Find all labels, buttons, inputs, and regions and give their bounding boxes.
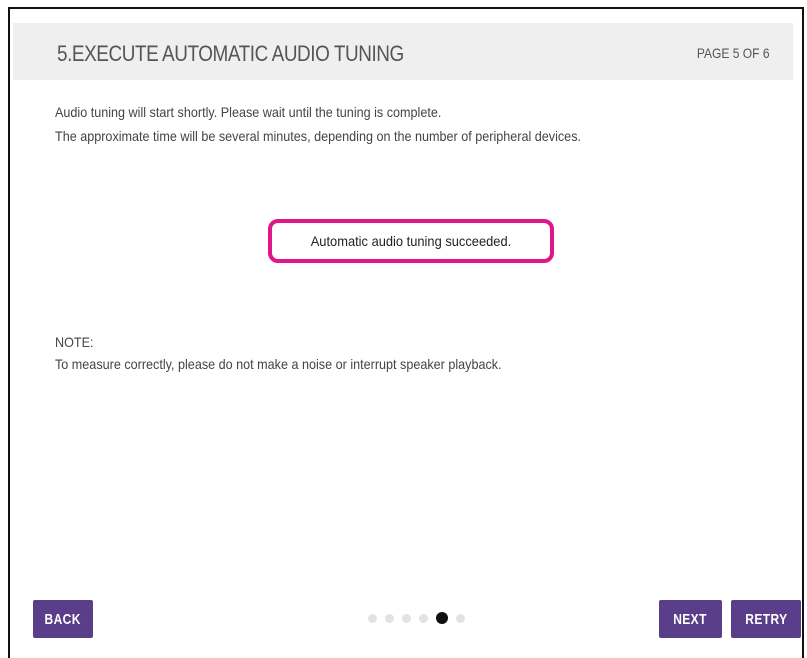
page-title: 5.EXECUTE AUTOMATIC AUDIO TUNING (57, 41, 404, 66)
retry-button[interactable]: RETRY (731, 600, 801, 638)
retry-button-label: RETRY (744, 610, 788, 628)
pagination-dot-active (436, 612, 448, 624)
back-button-label: BACK (44, 610, 82, 628)
pagination-dot (456, 613, 465, 623)
pagination-dot (385, 613, 394, 623)
wizard-header: 5.EXECUTE AUTOMATIC AUDIO TUNING PAGE 5 … (13, 23, 793, 80)
note-label: NOTE: (55, 334, 94, 350)
note-text: To measure correctly, please do not make… (55, 356, 502, 372)
intro-line-2: The approximate time will be several min… (55, 128, 581, 144)
pagination-dots (368, 612, 465, 624)
pagination-dot (402, 613, 411, 623)
intro-line-1: Audio tuning will start shortly. Please … (55, 104, 442, 120)
pagination-dot (419, 613, 428, 623)
intro-text: Audio tuning will start shortly. Please … (55, 100, 581, 148)
next-button[interactable]: NEXT (659, 600, 722, 638)
back-button[interactable]: BACK (33, 600, 93, 638)
next-button-label: NEXT (673, 610, 708, 628)
status-message-box: Automatic audio tuning succeeded. (268, 219, 554, 263)
note-section: NOTE: To measure correctly, please do no… (55, 331, 502, 375)
status-message: Automatic audio tuning succeeded. (310, 233, 512, 249)
pagination-dot (368, 613, 377, 623)
page-indicator: PAGE 5 OF 6 (697, 45, 770, 61)
